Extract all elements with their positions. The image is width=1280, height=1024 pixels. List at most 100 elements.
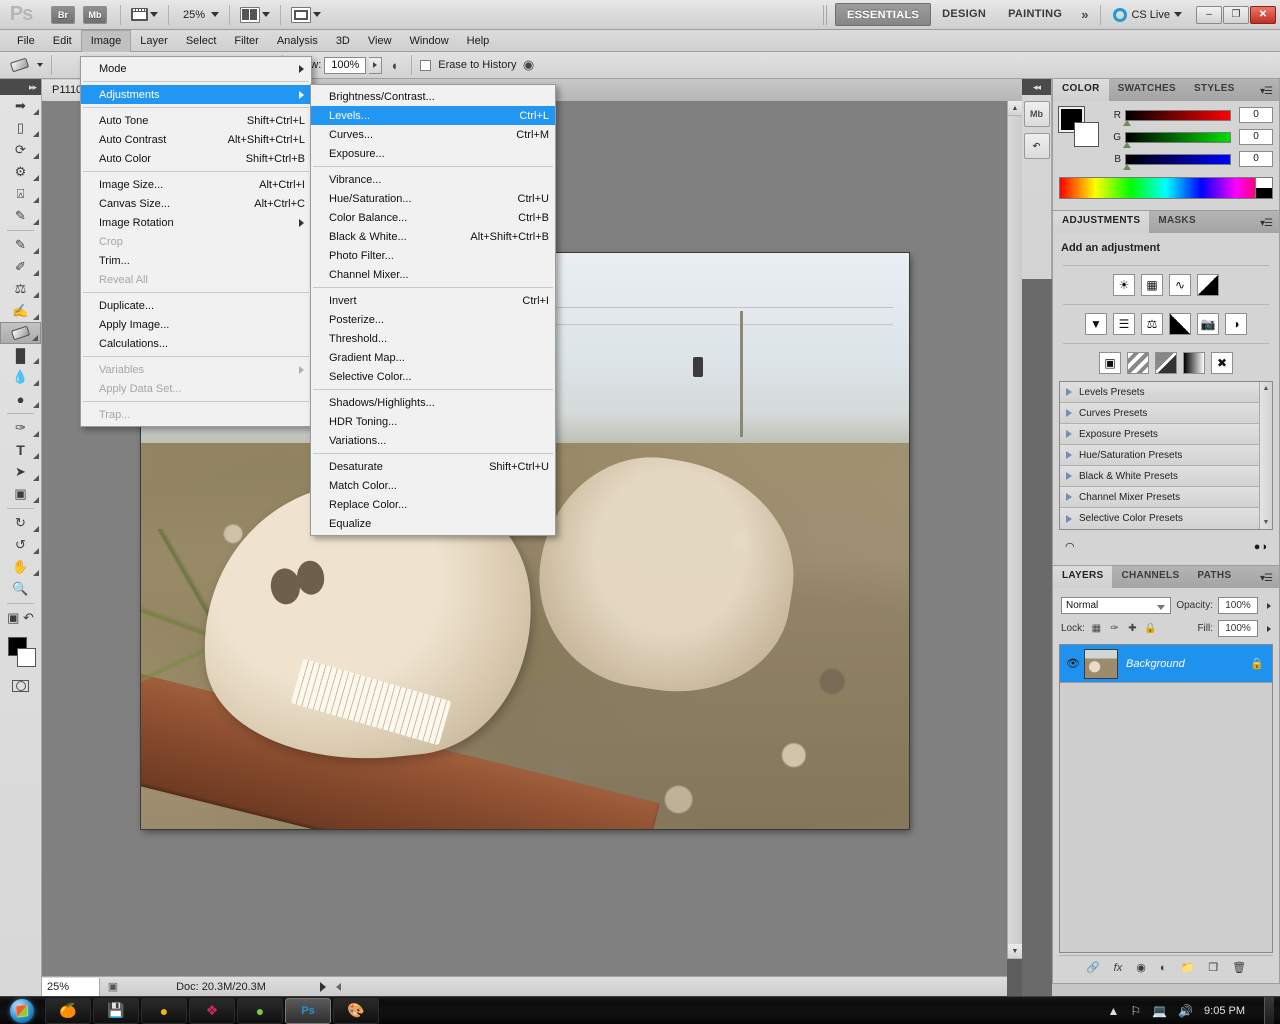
close-button[interactable]: ✕ xyxy=(1250,5,1276,24)
tool-brush[interactable]: ✐ xyxy=(0,256,41,278)
tab-styles[interactable]: STYLES xyxy=(1185,79,1244,101)
menu-file[interactable]: File xyxy=(8,31,44,51)
workspace-tab-essentials[interactable]: ESSENTIALS xyxy=(835,3,932,26)
workspace-tab-design[interactable]: DESIGN xyxy=(931,4,997,25)
clip-to-layer-icon[interactable]: ◠ xyxy=(1065,540,1075,553)
preset-item[interactable]: Channel Mixer Presets xyxy=(1060,487,1272,508)
menu-select[interactable]: Select xyxy=(177,31,226,51)
scroll-down-arrow[interactable]: ▼ xyxy=(1008,944,1022,959)
red-slider[interactable] xyxy=(1123,109,1231,126)
tool-pen[interactable]: ✑ xyxy=(0,417,41,439)
arrange-documents-control[interactable] xyxy=(234,6,276,23)
new-layer-icon[interactable]: ❐ xyxy=(1208,961,1218,974)
preset-item[interactable]: Levels Presets xyxy=(1060,382,1272,403)
brightness-contrast-icon[interactable]: ☀ xyxy=(1113,274,1135,296)
menu-item-trim[interactable]: Trim... xyxy=(81,251,311,270)
levels-icon[interactable]: ▦ xyxy=(1141,274,1163,296)
taskbar-item-corel-app[interactable]: ❖ xyxy=(189,997,235,1024)
tool-blur[interactable]: 💧 xyxy=(0,366,41,388)
menu-item-shadows-highlights[interactable]: Shadows/Highlights... xyxy=(311,393,555,412)
menu-help[interactable]: Help xyxy=(458,31,499,51)
menu-item-image-rotation[interactable]: Image Rotation xyxy=(81,213,311,232)
status-menu-arrow-icon[interactable] xyxy=(320,981,326,992)
background-color-swatch[interactable] xyxy=(1074,122,1099,147)
restore-button[interactable]: ❐ xyxy=(1223,5,1249,24)
curves-icon[interactable]: ∿ xyxy=(1169,274,1191,296)
tab-paths[interactable]: PATHS xyxy=(1188,566,1240,588)
adjustments-panel-menu-icon[interactable]: ▾☰ xyxy=(1253,214,1279,233)
lock-all-icon[interactable]: 🔒 xyxy=(1144,622,1157,635)
menu-image[interactable]: Image xyxy=(80,29,132,52)
tool-path-selection[interactable]: ➤ xyxy=(0,461,41,483)
taskbar-item-firefox[interactable]: 🍊 xyxy=(45,997,91,1024)
menu-item-invert[interactable]: Invert Ctrl+I xyxy=(311,291,555,310)
layers-list[interactable]: 👁 Background 🔒 xyxy=(1059,644,1273,953)
menu-item-exposure[interactable]: Exposure... xyxy=(311,144,555,163)
new-adjustment-layer-icon[interactable]: ◐ xyxy=(1160,962,1167,974)
menu-item-replace-color[interactable]: Replace Color... xyxy=(311,495,555,514)
fill-input[interactable]: 100% xyxy=(1218,620,1258,637)
start-button[interactable] xyxy=(0,997,44,1024)
bridge-icon[interactable]: Br xyxy=(51,5,75,24)
preset-item[interactable]: Curves Presets xyxy=(1060,403,1272,424)
layer-visibility-icon[interactable]: 👁 xyxy=(1062,657,1084,670)
volume-icon[interactable]: 🔊 xyxy=(1178,1004,1193,1018)
tab-color[interactable]: COLOR xyxy=(1053,79,1109,101)
menu-item-duplicate[interactable]: Duplicate... xyxy=(81,296,311,315)
preset-item[interactable]: Selective Color Presets xyxy=(1060,508,1272,529)
tool-move[interactable]: ➡ xyxy=(0,95,41,117)
menu-item-auto-tone[interactable]: Auto Tone Shift+Ctrl+L xyxy=(81,111,311,130)
erase-to-history-checkbox[interactable] xyxy=(420,59,432,71)
menu-item-vibrance[interactable]: Vibrance... xyxy=(311,170,555,189)
scroll-left-arrow-icon[interactable] xyxy=(336,982,341,991)
tool-gradient[interactable]: █ xyxy=(0,344,41,366)
color-balance-icon[interactable]: ⚖ xyxy=(1141,313,1163,335)
lock-position-icon[interactable]: ✚ xyxy=(1126,622,1139,635)
tool-lasso[interactable]: ⟳ xyxy=(0,139,41,161)
toolbox-collapse-button[interactable]: ▸▸ xyxy=(0,79,41,95)
blue-slider[interactable] xyxy=(1123,153,1231,170)
taskbar-item-photoshop[interactable]: Ps xyxy=(285,997,331,1024)
invert-icon[interactable]: ▣ xyxy=(1099,352,1121,374)
delete-layer-icon[interactable]: 🗑 xyxy=(1232,961,1246,974)
color-panel-swatches[interactable] xyxy=(1058,106,1099,147)
show-desktop-button[interactable] xyxy=(1264,996,1274,1024)
green-value[interactable]: 0 xyxy=(1239,129,1273,145)
menu-edit[interactable]: Edit xyxy=(44,31,81,51)
tool-hand[interactable]: ✋ xyxy=(0,556,41,578)
menu-item-gradient-map[interactable]: Gradient Map... xyxy=(311,348,555,367)
tool-eraser[interactable] xyxy=(0,322,41,344)
layers-panel-menu-icon[interactable]: ▾☰ xyxy=(1253,569,1279,588)
tool-spot-healing-brush[interactable]: ✎ xyxy=(0,234,41,256)
background-color-swatch[interactable] xyxy=(17,648,36,667)
menu-item-variations[interactable]: Variations... xyxy=(311,431,555,450)
zoom-level-control[interactable]: 25% xyxy=(173,9,225,21)
preview-toggle-icon[interactable]: ●◑ xyxy=(1254,541,1267,553)
taskbar-item-amber-app[interactable]: ● xyxy=(141,997,187,1024)
channel-mixer-icon[interactable]: ◑ xyxy=(1225,313,1247,335)
scroll-up-arrow[interactable]: ▲ xyxy=(1008,101,1022,116)
layer-name[interactable]: Background xyxy=(1118,658,1250,670)
green-slider[interactable] xyxy=(1123,131,1231,148)
screen-mode-control[interactable] xyxy=(285,6,327,23)
menu-item-canvas-size[interactable]: Canvas Size... Alt+Ctrl+C xyxy=(81,194,311,213)
table-row[interactable]: 👁 Background 🔒 xyxy=(1060,645,1272,683)
more-workspaces-icon[interactable]: » xyxy=(1073,7,1096,22)
menu-item-photo-filter[interactable]: Photo Filter... xyxy=(311,246,555,265)
adjustments-submenu-dropdown[interactable]: Brightness/Contrast... Levels... Ctrl+L C… xyxy=(310,84,556,536)
blue-value[interactable]: 0 xyxy=(1239,151,1273,167)
taskbar-item-paint-app[interactable]: 🎨 xyxy=(333,997,379,1024)
tab-adjustments[interactable]: ADJUSTMENTS xyxy=(1053,211,1150,233)
opacity-input[interactable]: 100% xyxy=(1218,597,1258,614)
color-swatches[interactable] xyxy=(0,635,41,675)
chevron-down-icon[interactable] xyxy=(37,63,43,67)
tool-quick-selection[interactable]: ⚙ xyxy=(0,161,41,183)
preset-item[interactable]: Hue/Saturation Presets xyxy=(1060,445,1272,466)
menu-item-hue-saturation[interactable]: Hue/Saturation... Ctrl+U xyxy=(311,189,555,208)
taskbar-item-green-app[interactable]: ● xyxy=(237,997,283,1024)
menu-3d[interactable]: 3D xyxy=(327,31,359,51)
airbrush-icon[interactable]: ◖ xyxy=(385,57,403,73)
menu-item-match-color[interactable]: Match Color... xyxy=(311,476,555,495)
mini-bridge-icon[interactable]: Mb xyxy=(83,5,107,24)
menu-item-auto-color[interactable]: Auto Color Shift+Ctrl+B xyxy=(81,149,311,168)
